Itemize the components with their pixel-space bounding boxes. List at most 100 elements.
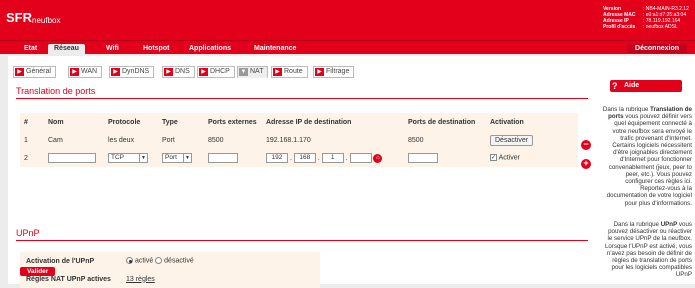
upnp-row: Règles NAT UPnP actives 13 règles (20, 270, 320, 288)
cell-ip: 192 . 168 . 1 . ⌂ (262, 149, 404, 167)
chevron-right-icon: ▶ (273, 68, 282, 76)
cell-ports-ext: 8500 (208, 136, 224, 144)
cell-num: 1 (24, 136, 28, 144)
add-rule-icon[interactable]: + (581, 159, 591, 169)
subtab-label: Filtrage (326, 68, 350, 75)
ip-octet-3[interactable]: 1 (321, 153, 344, 163)
activate-checkbox[interactable]: ✓ (490, 154, 497, 162)
upnp-activation-options: activé désactivé (120, 252, 320, 270)
sfr-logo: SFR (6, 10, 32, 25)
subtab-label: DynDNS (122, 68, 150, 75)
table-row: 1 Cam les deux Port 8500 192.168.1.170 8… (20, 131, 578, 149)
info-label: Profil d'accès (603, 24, 636, 30)
activate-label: Activer (498, 154, 520, 162)
subtab-dyndns[interactable]: ▶ DynDNS (109, 66, 155, 78)
chevron-right-icon: ▶ (199, 68, 208, 76)
chevron-right-icon: ▶ (315, 68, 324, 76)
subtab-label: DHCP (210, 68, 230, 75)
chevron-right-icon: ▶ (15, 68, 24, 76)
help-text-body: vous pouvez définir vers quel équipement… (606, 113, 692, 207)
protocol-value: TCP (111, 154, 124, 161)
help-panel: ? Aide Dans la rubrique Translation de po… (598, 56, 695, 284)
radio-active-label: activé (134, 257, 154, 265)
radio-inactive-label: désactivé (164, 257, 194, 265)
menu-applications[interactable]: Applications (183, 44, 237, 55)
subtab-label: Route (284, 68, 303, 75)
table-row-new: 2 TCP ▼ Port ▼ 192 . 168 . 1 . ⌂ ✓ Activer (20, 149, 578, 167)
ip-octet-2[interactable]: 168 (293, 153, 316, 163)
chevron-down-icon: ▼ (183, 154, 191, 162)
menu-wifi[interactable]: Wifi (100, 44, 125, 55)
cell-protocole: les deux (108, 136, 135, 144)
help-text-bold: UPnP (660, 221, 678, 228)
subtab-general[interactable]: ▶ Général (13, 66, 56, 78)
logout-button[interactable]: Déconnexion (627, 44, 687, 53)
chevron-right-icon: ▼ (239, 68, 248, 76)
chevron-right-icon: ▶ (164, 68, 173, 76)
help-button-label: Aide (624, 82, 640, 89)
help-text-pre: Dans la rubrique (602, 106, 651, 113)
main-menu: Etat Réseau Wifi Hotspot Applications Ma… (0, 40, 695, 55)
nat-table: # Nom Protocole Type Ports externes Adre… (20, 113, 578, 167)
help-text-nat: Dans la rubrique Translation de ports vo… (602, 106, 692, 207)
remove-rule-icon[interactable]: − (581, 140, 591, 150)
cell-nom (44, 149, 104, 167)
menu-etat[interactable]: Etat (18, 44, 43, 55)
upnp-rules-cell: 13 règles (120, 270, 320, 288)
help-text-upnp: Dans la rubrique UPnP vous pouvez désact… (602, 221, 692, 279)
subtab-route[interactable]: ▶ Route (271, 66, 308, 78)
subtab-label: Général (26, 68, 51, 75)
cell-protocole: TCP ▼ (104, 149, 158, 167)
subtab-dhcp[interactable]: ▶ DHCP (197, 66, 235, 78)
col-header: Type (162, 118, 178, 126)
cell-nom: Cam (48, 136, 63, 144)
col-header: Ports externes (208, 118, 257, 126)
type-select[interactable]: Port ▼ (162, 153, 192, 163)
brand-name: neufbox (32, 16, 61, 25)
subtab-wan[interactable]: ▶ WAN (68, 66, 103, 78)
menu-hotspot[interactable]: Hotspot (137, 44, 175, 55)
help-button[interactable]: ? Aide (610, 80, 682, 92)
col-header: Ports de destination (408, 118, 476, 126)
subtab-label: NAT (250, 68, 264, 75)
cell-activation: Désactiver (486, 131, 578, 149)
menu-reseau[interactable]: Réseau (48, 44, 85, 55)
radio-active[interactable] (126, 257, 133, 265)
upnp-rules-link[interactable]: 13 règles (126, 276, 155, 283)
col-header: Activation (490, 118, 524, 126)
col-header: Protocole (108, 118, 141, 126)
col-header: Adresse IP de destination (266, 118, 352, 126)
cell-activation: ✓ Activer (486, 149, 578, 167)
subtab-nat[interactable]: ▼ NAT (237, 66, 269, 78)
deactivate-button[interactable]: Désactiver (490, 134, 534, 146)
question-icon: ? (612, 81, 618, 91)
external-ports-input[interactable] (208, 153, 238, 163)
dest-ports-input[interactable] (408, 153, 438, 163)
cell-ip: 192.168.1.170 (266, 136, 311, 144)
name-input[interactable] (48, 153, 96, 163)
upnp-table: Activation de l'UPnP activé désactivé Rè… (20, 252, 320, 288)
type-value: Port (165, 154, 177, 161)
menu-maintenance[interactable]: Maintenance (248, 44, 302, 55)
protocol-select[interactable]: TCP ▼ (108, 153, 148, 163)
top-banner: SFR neufbox Version: NB4-MAIN-R3.2.12 Ad… (0, 0, 695, 40)
ip-octet-1[interactable]: 192 (266, 153, 288, 163)
chevron-right-icon: ▶ (111, 68, 120, 76)
ip-octet-4[interactable] (349, 153, 372, 163)
chevron-right-icon: ▶ (70, 68, 79, 76)
cell-ports-dest (404, 149, 486, 167)
help-text-pre: Dans la rubrique (613, 221, 661, 228)
divider (16, 98, 588, 99)
info-value: neufbox ADSL (645, 24, 678, 30)
cell-type: Port (162, 136, 175, 144)
radio-inactive[interactable] (155, 257, 163, 265)
submit-button[interactable]: Valider (20, 267, 56, 276)
help-text-body: vous pouvez désactiver ou réactiver le s… (604, 221, 692, 279)
main-content: ▶ Général ▶ WAN ▶ DynDNS ▶ DNS ▶ DHCP ▼ NAT ▶ R… (8, 56, 598, 288)
section-title-upnp: UPnP (16, 228, 40, 238)
divider (16, 240, 588, 241)
device-lookup-icon[interactable]: ⌂ (373, 153, 383, 163)
subtab-filtrage[interactable]: ▶ Filtrage (313, 66, 355, 78)
subtab-dns[interactable]: ▶ DNS (162, 66, 195, 78)
section-title-nat: Translation de ports (16, 86, 96, 96)
